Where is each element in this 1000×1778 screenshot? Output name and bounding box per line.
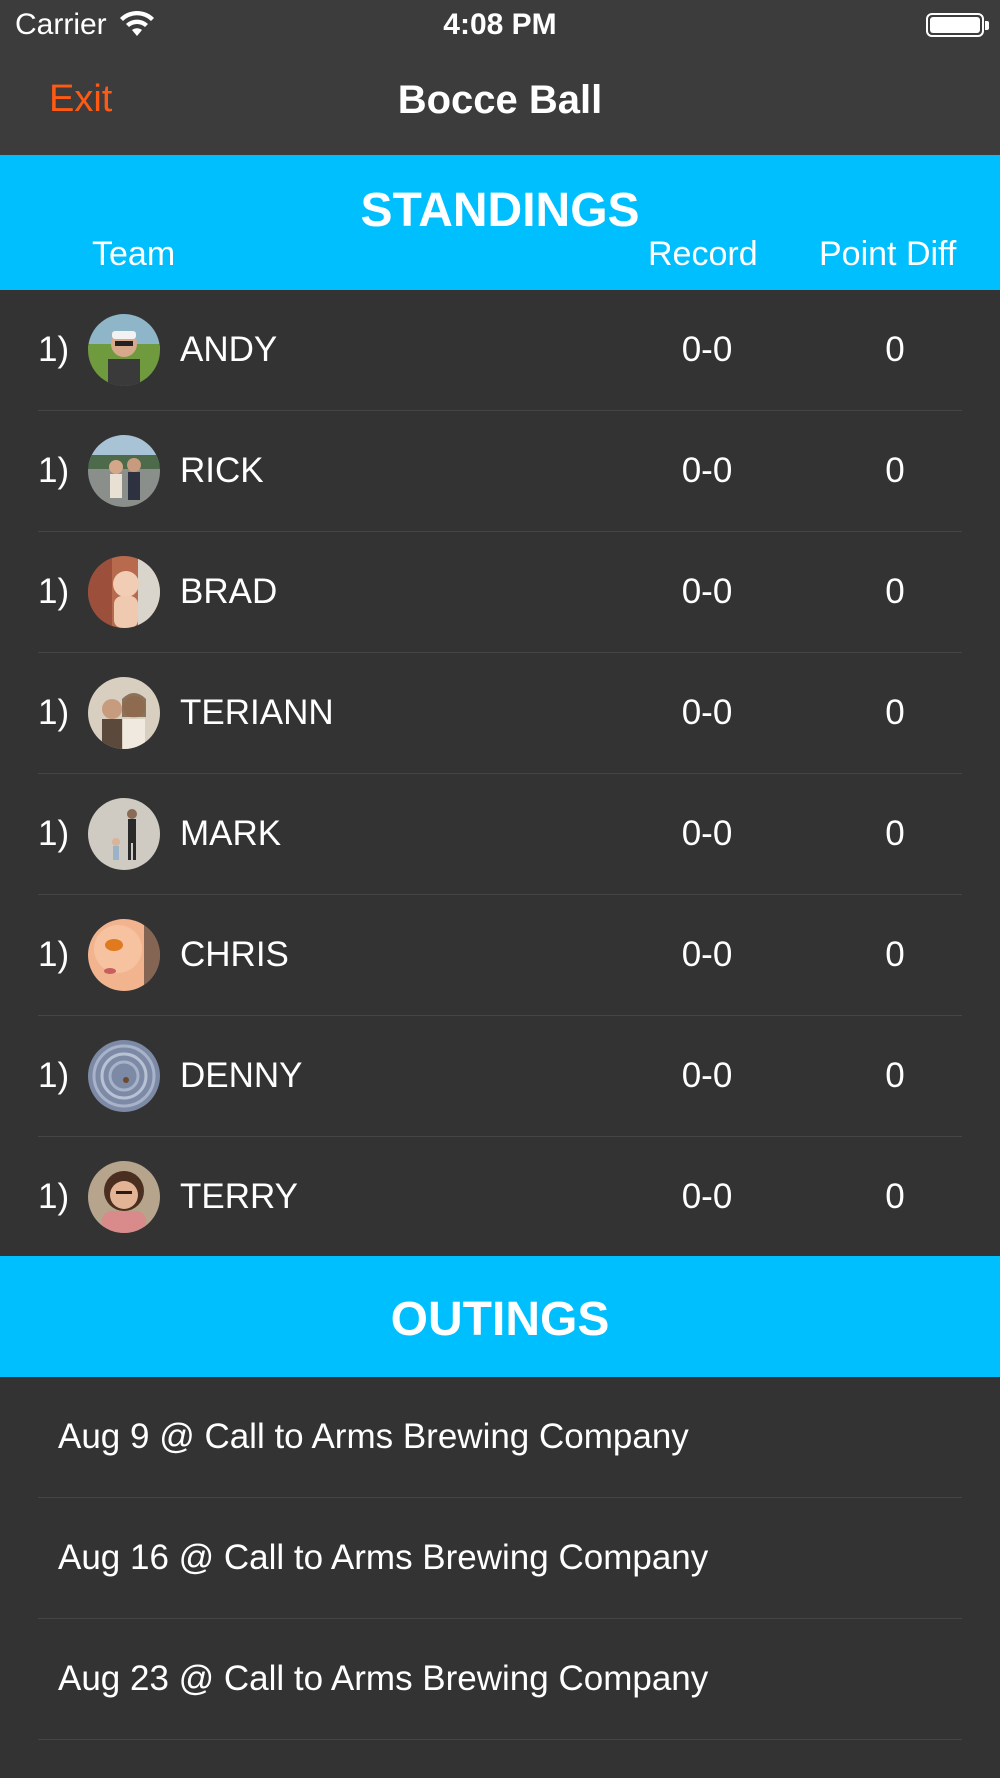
outings-title: OUTINGS (390, 1293, 610, 1346)
outings-list: Aug 9 @ Call to Arms Brewing Company Aug… (0, 1377, 1000, 1740)
team-record: 0-0 (681, 1056, 733, 1095)
avatar (88, 1040, 160, 1112)
avatar (88, 1161, 160, 1233)
team-point-diff: 0 (885, 693, 905, 732)
rank-label: 1) (38, 330, 70, 369)
standings-row-denny[interactable]: 1) DENNY 0-0 0 (0, 1016, 1000, 1137)
team-record: 0-0 (681, 451, 733, 490)
team-name: BRAD (180, 572, 278, 611)
standings-row-brad[interactable]: 1) BRAD 0-0 0 (0, 532, 1000, 653)
standings-header: STANDINGS Team Record Point Diff (0, 155, 1000, 290)
rank-label: 1) (38, 814, 70, 853)
status-bar: Carrier 4:08 PM (0, 0, 1000, 52)
avatar (88, 677, 160, 749)
team-point-diff: 0 (885, 451, 905, 490)
outing-item[interactable]: Aug 23 @ Call to Arms Brewing Company (0, 1619, 1000, 1740)
team-name: MARK (180, 814, 282, 853)
standings-list: 1) ANDY 0-0 0 1) RICK 0-0 0 1) BRAD 0-0 … (0, 290, 1000, 1258)
team-point-diff: 0 (885, 330, 905, 369)
avatar (88, 919, 160, 991)
team-record: 0-0 (681, 572, 733, 611)
team-point-diff: 0 (885, 935, 905, 974)
standings-title: STANDINGS (360, 184, 640, 237)
column-header-record: Record (648, 235, 758, 273)
column-header-point-diff: Point Diff (819, 235, 957, 273)
outings-header: OUTINGS (0, 1256, 1000, 1377)
outing-item[interactable]: Aug 9 @ Call to Arms Brewing Company (0, 1377, 1000, 1498)
team-name: TERIANN (180, 693, 334, 732)
team-point-diff: 0 (885, 814, 905, 853)
team-name: RICK (180, 451, 264, 490)
page-title: Bocce Ball (397, 78, 603, 122)
standings-row-teriann[interactable]: 1) TERIANN 0-0 0 (0, 653, 1000, 774)
team-record: 0-0 (681, 814, 733, 853)
column-header-team: Team (92, 235, 176, 273)
navigation-bar: Exit Bocce Ball (0, 52, 1000, 155)
team-point-diff: 0 (885, 1177, 905, 1216)
avatar (88, 314, 160, 386)
team-record: 0-0 (681, 693, 733, 732)
rank-label: 1) (38, 1177, 70, 1216)
team-record: 0-0 (681, 330, 733, 369)
team-name: DENNY (180, 1056, 303, 1095)
team-name: TERRY (180, 1177, 298, 1216)
rank-label: 1) (38, 572, 70, 611)
standings-row-andy[interactable]: 1) ANDY 0-0 0 (0, 290, 1000, 411)
team-record: 0-0 (681, 1177, 733, 1216)
rank-label: 1) (38, 451, 70, 490)
team-point-diff: 0 (885, 1056, 905, 1095)
team-record: 0-0 (681, 935, 733, 974)
team-name: ANDY (180, 330, 278, 369)
outing-label: Aug 16 @ Call to Arms Brewing Company (58, 1538, 709, 1577)
rank-label: 1) (38, 935, 70, 974)
team-point-diff: 0 (885, 572, 905, 611)
avatar (88, 798, 160, 870)
team-name: CHRIS (180, 935, 289, 974)
row-divider (38, 1739, 962, 1740)
outing-item[interactable]: Aug 16 @ Call to Arms Brewing Company (0, 1498, 1000, 1619)
standings-row-chris[interactable]: 1) CHRIS 0-0 0 (0, 895, 1000, 1016)
rank-label: 1) (38, 693, 70, 732)
rank-label: 1) (38, 1056, 70, 1095)
avatar (88, 556, 160, 628)
standings-row-rick[interactable]: 1) RICK 0-0 0 (0, 411, 1000, 532)
outing-label: Aug 9 @ Call to Arms Brewing Company (58, 1417, 689, 1456)
standings-row-terry[interactable]: 1) TERRY 0-0 0 (0, 1137, 1000, 1258)
avatar (88, 435, 160, 507)
outing-label: Aug 23 @ Call to Arms Brewing Company (58, 1659, 709, 1698)
battery-icon (926, 13, 989, 37)
status-time: 4:08 PM (443, 8, 557, 41)
standings-row-mark[interactable]: 1) MARK 0-0 0 (0, 774, 1000, 895)
